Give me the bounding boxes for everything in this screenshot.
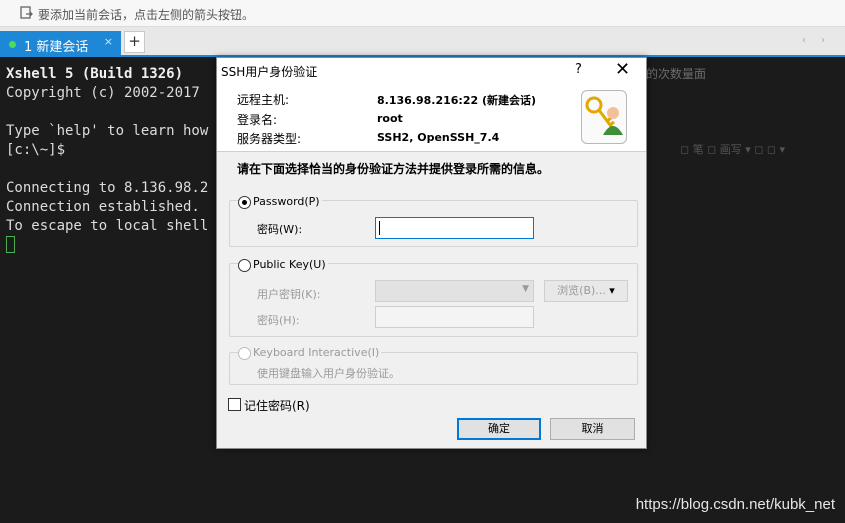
instruction-text: 请在下面选择恰当的身份验证方法并提供登录所需的信息。	[237, 162, 550, 176]
user-key-label: 用户密钥(K):	[257, 288, 321, 301]
browse-button[interactable]: 浏览(B)... ▾	[544, 280, 628, 302]
add-tab-button[interactable]: +	[124, 31, 145, 53]
keyboard-interactive-radio-label: Keyboard Interactive(I)	[251, 346, 382, 359]
help-button[interactable]: ?	[575, 62, 582, 77]
ok-button[interactable]: 确定	[457, 418, 541, 440]
keyboard-interactive-radio[interactable]	[238, 347, 251, 360]
terminal-prompt: [c:\~]$	[6, 142, 66, 158]
browse-button-label: 浏览(B)...	[557, 284, 606, 297]
terminal-line: Copyright (c) 2002-2017	[6, 85, 200, 101]
tab-label: 1 新建会话	[24, 40, 89, 55]
watermark-text: https://blog.csdn.net/kubk_net	[635, 496, 835, 513]
key-password-label: 密码(H):	[257, 314, 300, 327]
background-label: 的次数量面	[646, 67, 707, 81]
dialog-title: SSH用户身份验证	[221, 65, 318, 79]
terminal-line: Connection established.	[6, 199, 200, 215]
password-input[interactable]	[375, 217, 534, 239]
terminal-line: To escape to local shell	[6, 218, 209, 234]
dropdown-arrow-icon: ▾	[609, 284, 615, 297]
remember-password-checkbox[interactable]	[228, 398, 241, 411]
background-toolbar: ◻ 笔 ◻ 画写 ▾ ◻ ◻ ▾	[680, 143, 786, 156]
publickey-radio-label: Public Key(U)	[251, 258, 328, 271]
key-password-input[interactable]	[375, 306, 534, 328]
remote-host-label: 远程主机:	[237, 93, 290, 107]
login-label: 登录名:	[237, 113, 278, 127]
connection-info-panel: 远程主机: 8.136.98.216:22 (新建会话) 登录名: root 服…	[217, 84, 646, 152]
session-tab-bar: 1 新建会话 × + ‹ ›	[0, 27, 845, 57]
dialog-titlebar[interactable]: SSH用户身份验证 ? ✕	[217, 58, 646, 84]
password-radio[interactable]	[238, 196, 251, 209]
add-session-arrow-icon[interactable]	[20, 6, 34, 20]
remote-host-value: 8.136.98.216:22 (新建会话)	[377, 94, 537, 107]
tab-new-session[interactable]: 1 新建会话 ×	[0, 31, 121, 57]
chevron-down-icon: ▼	[522, 284, 529, 294]
password-field-label: 密码(W):	[257, 223, 303, 236]
user-key-select[interactable]: ▼	[375, 280, 534, 302]
tab-close-icon[interactable]: ×	[104, 35, 113, 48]
user-key-icon	[581, 90, 627, 144]
ssh-auth-dialog: SSH用户身份验证 ? ✕ 远程主机: 8.136.98.216:22 (新建会…	[216, 57, 647, 449]
login-value: root	[377, 112, 403, 125]
keyboard-interactive-description: 使用键盘输入用户身份验证。	[257, 367, 400, 380]
close-button[interactable]: ✕	[615, 59, 630, 80]
publickey-radio[interactable]	[238, 259, 251, 272]
text-caret	[379, 221, 380, 235]
terminal-line: Connecting to 8.136.98.2	[6, 180, 209, 196]
connected-status-icon	[9, 41, 16, 48]
terminal-cursor	[6, 236, 15, 253]
terminal-line: Type `help' to learn how	[6, 123, 209, 139]
server-type-value: SSH2, OpenSSH_7.4	[377, 131, 500, 144]
tab-scroll-arrows-icon[interactable]: ‹ ›	[802, 35, 831, 46]
terminal-line: Xshell 5 (Build 1326)	[6, 66, 184, 82]
cancel-button[interactable]: 取消	[550, 418, 635, 440]
session-hint-text: 要添加当前会话，点击左侧的箭头按钮。	[38, 8, 255, 22]
remember-password-label: 记住密码(R)	[244, 399, 310, 413]
session-hint-bar: 要添加当前会话，点击左侧的箭头按钮。	[0, 0, 845, 27]
server-type-label: 服务器类型:	[237, 132, 302, 146]
password-radio-label: Password(P)	[251, 195, 322, 208]
